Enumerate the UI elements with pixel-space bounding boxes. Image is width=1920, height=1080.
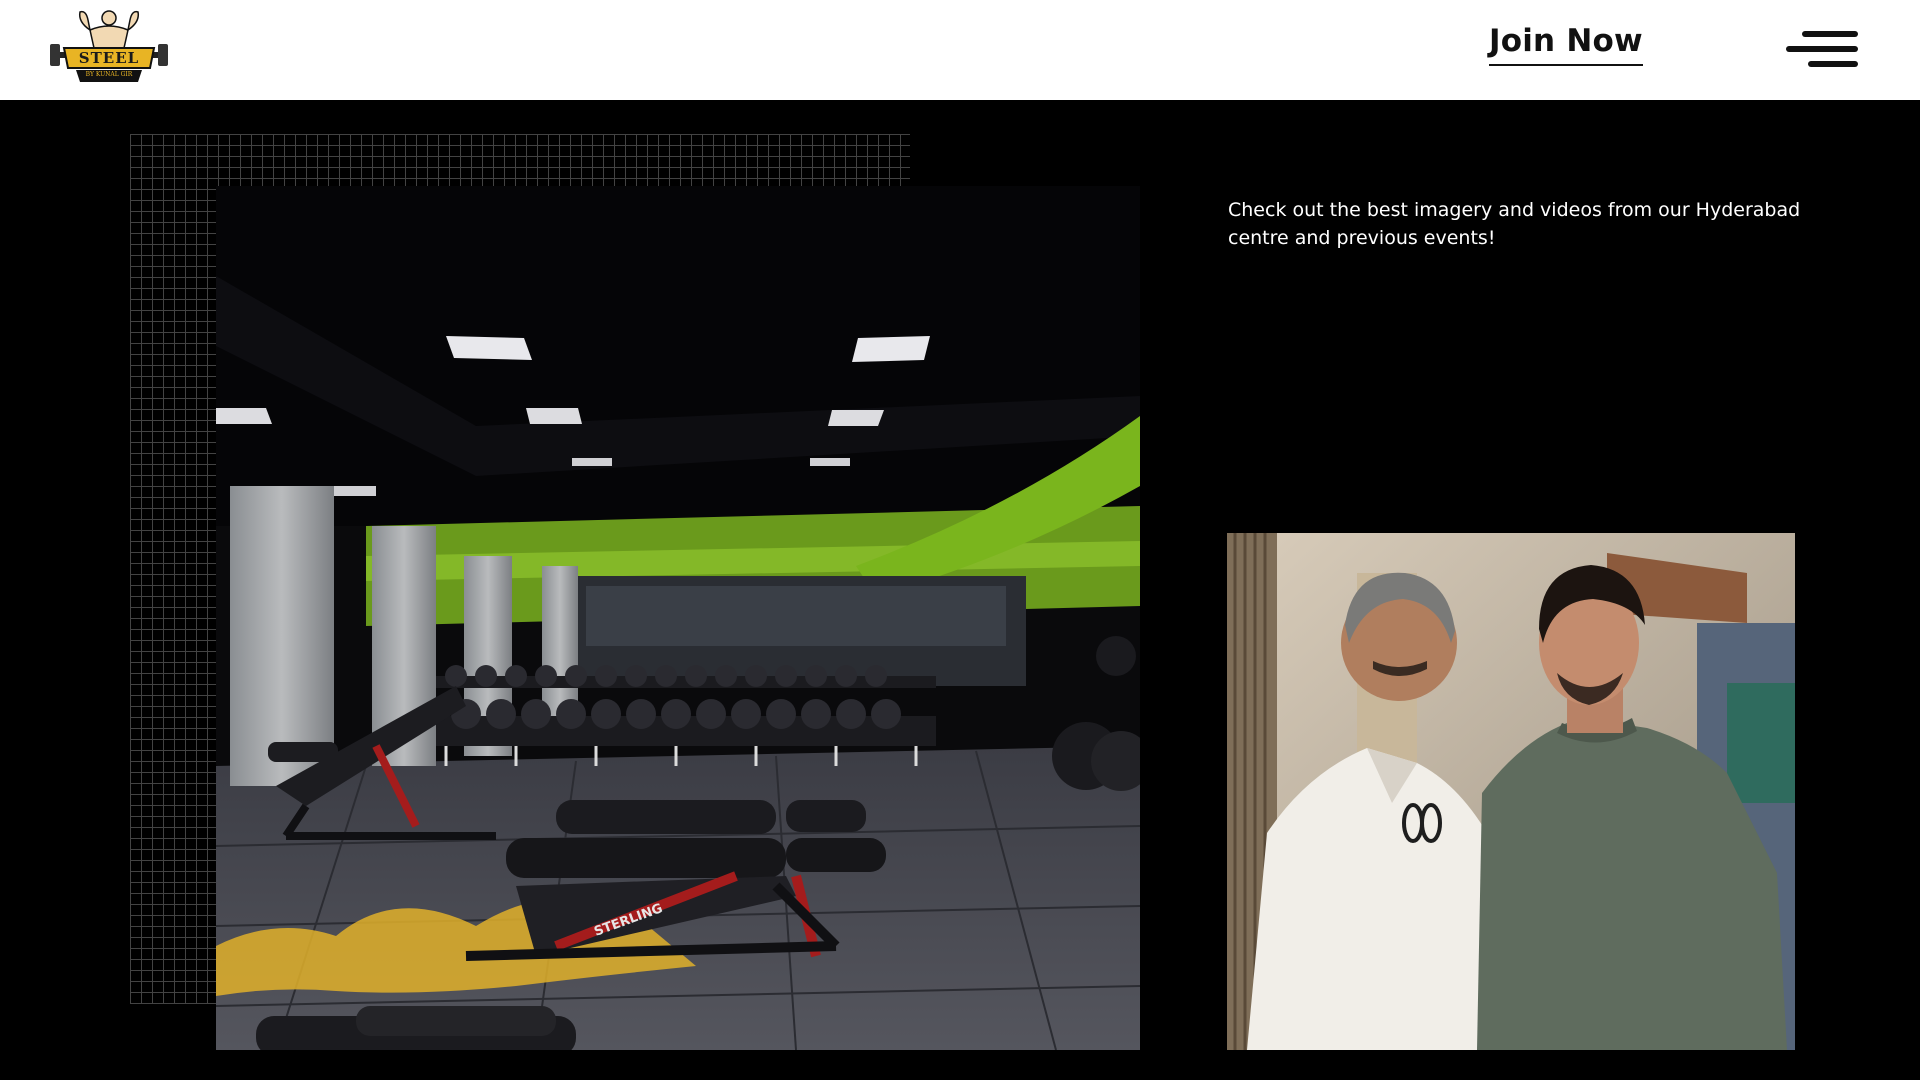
- hamburger-menu-icon[interactable]: [1786, 29, 1858, 69]
- site-header: STEEL BY KUNAL GIR Join Now: [0, 0, 1920, 100]
- logo-tagline-text: BY KUNAL GIR: [85, 71, 133, 78]
- logo-brand-text: STEEL: [78, 49, 140, 67]
- menu-line: [1786, 46, 1858, 52]
- gallery-description: Check out the best imagery and videos fr…: [1228, 199, 1801, 249]
- menu-line: [1808, 61, 1858, 67]
- join-now-link[interactable]: Join Now: [1489, 22, 1643, 66]
- menu-line: [1802, 31, 1858, 37]
- people-photo[interactable]: [1227, 533, 1795, 1050]
- gym-interior-photo[interactable]: STERLING: [216, 186, 1140, 1050]
- steel-logo[interactable]: STEEL BY KUNAL GIR: [50, 8, 168, 90]
